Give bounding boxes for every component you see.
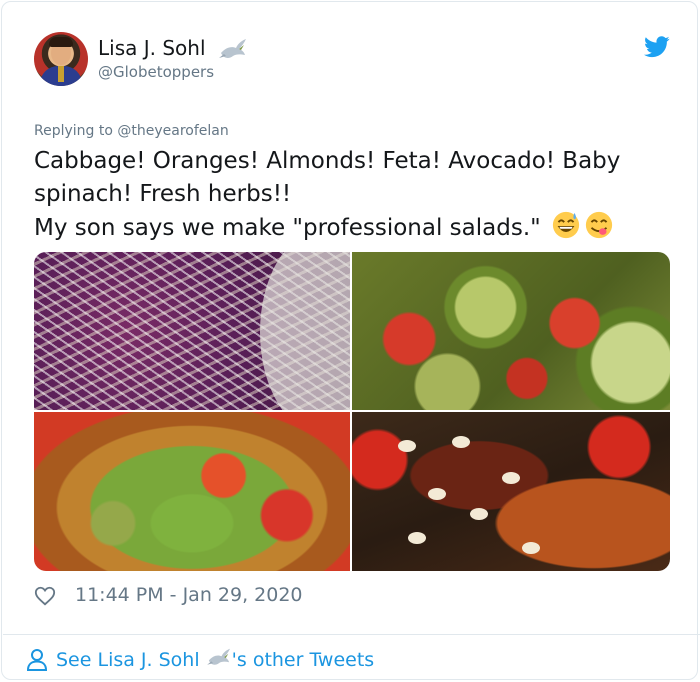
photo-grid[interactable] xyxy=(34,252,670,571)
tweet-line-1: Cabbage! Oranges! Almonds! Feta! Avocado… xyxy=(34,148,621,174)
reply-handle-link[interactable]: @theyearofelan xyxy=(117,123,228,139)
display-name[interactable]: Lisa J. Sohl xyxy=(98,36,248,63)
tweet-line-2: spinach! Fresh herbs!! xyxy=(34,180,292,207)
see-suffix: 's other Tweets xyxy=(231,649,375,671)
twitter-bird-icon[interactable] xyxy=(644,36,670,58)
person-icon xyxy=(26,649,48,671)
replying-prefix: Replying to xyxy=(34,123,118,139)
photo-cabbage-salad[interactable] xyxy=(34,252,350,410)
tweet-line-3-row: My son says we make "professional salads… xyxy=(34,210,674,245)
see-prefix: See Lisa J. Sohl xyxy=(56,649,206,671)
yum-emoji xyxy=(585,211,613,239)
avatar[interactable] xyxy=(34,32,88,86)
photo-green-salad-bowl[interactable] xyxy=(34,412,350,571)
divider xyxy=(3,634,700,635)
photo-cucumber-tomato-salad[interactable] xyxy=(352,252,670,410)
grinning-sweat-emoji xyxy=(552,211,580,239)
dove-icon xyxy=(218,38,246,58)
user-handle[interactable]: @Globetoppers xyxy=(98,63,214,81)
tweet-text: Cabbage! Oranges! Almonds! Feta! Avocado… xyxy=(34,145,674,245)
dove-icon xyxy=(206,648,230,665)
display-name-text: Lisa J. Sohl xyxy=(98,36,206,60)
photo-roasted-chicken-almonds[interactable] xyxy=(352,412,670,571)
replying-to: Replying to @theyearofelan xyxy=(34,123,229,139)
heart-icon[interactable] xyxy=(34,585,56,607)
tweet-line-3: My son says we make "professional salads… xyxy=(34,215,541,241)
see-other-tweets-text: See Lisa J. Sohl 's other Tweets xyxy=(56,647,374,671)
tweet-card: Lisa J. Sohl @Globetoppers Replying to @… xyxy=(1,1,700,680)
tweet-timestamp[interactable]: 11:44 PM - Jan 29, 2020 xyxy=(75,584,303,606)
